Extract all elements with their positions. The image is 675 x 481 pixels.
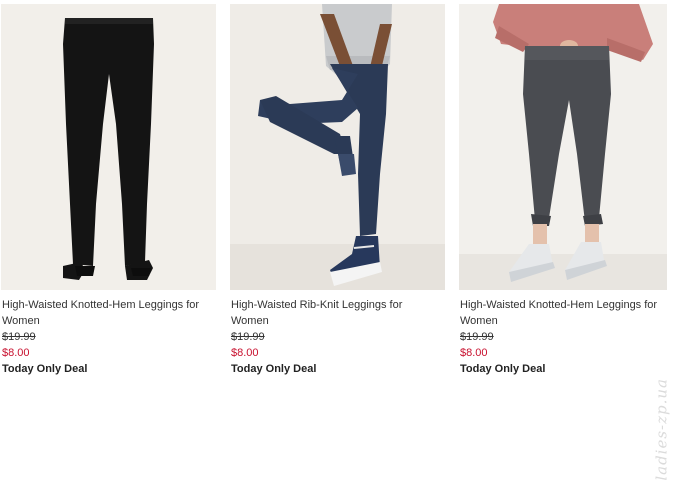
product-name[interactable]: High-Waisted Rib-Knit Leggings for Women: [231, 297, 443, 329]
sale-price: $8.00: [231, 347, 259, 359]
product-name[interactable]: High-Waisted Knotted-Hem Leggings for Wo…: [2, 297, 207, 329]
deal-badge: Today Only Deal: [231, 363, 317, 375]
product-card[interactable]: High-Waisted Knotted-Hem Leggings for Wo…: [459, 4, 674, 377]
deal-badge: Today Only Deal: [460, 363, 546, 375]
product-grid: High-Waisted Knotted-Hem Leggings for Wo…: [0, 0, 675, 481]
sale-price: $8.00: [2, 347, 30, 359]
product-name[interactable]: High-Waisted Knotted-Hem Leggings for Wo…: [460, 297, 665, 329]
product-image-black-leggings[interactable]: [1, 4, 216, 290]
original-price: $19.99: [460, 331, 494, 343]
product-image-gray-leggings[interactable]: [459, 4, 667, 290]
product-card[interactable]: High-Waisted Rib-Knit Leggings for Women…: [230, 4, 445, 377]
sale-price: $8.00: [460, 347, 488, 359]
deal-badge: Today Only Deal: [2, 363, 88, 375]
watermark-text: ladies-zp.ua: [653, 378, 671, 481]
original-price: $19.99: [2, 331, 36, 343]
original-price: $19.99: [231, 331, 265, 343]
product-image-navy-leggings[interactable]: [230, 4, 445, 290]
product-card[interactable]: High-Waisted Knotted-Hem Leggings for Wo…: [1, 4, 216, 377]
